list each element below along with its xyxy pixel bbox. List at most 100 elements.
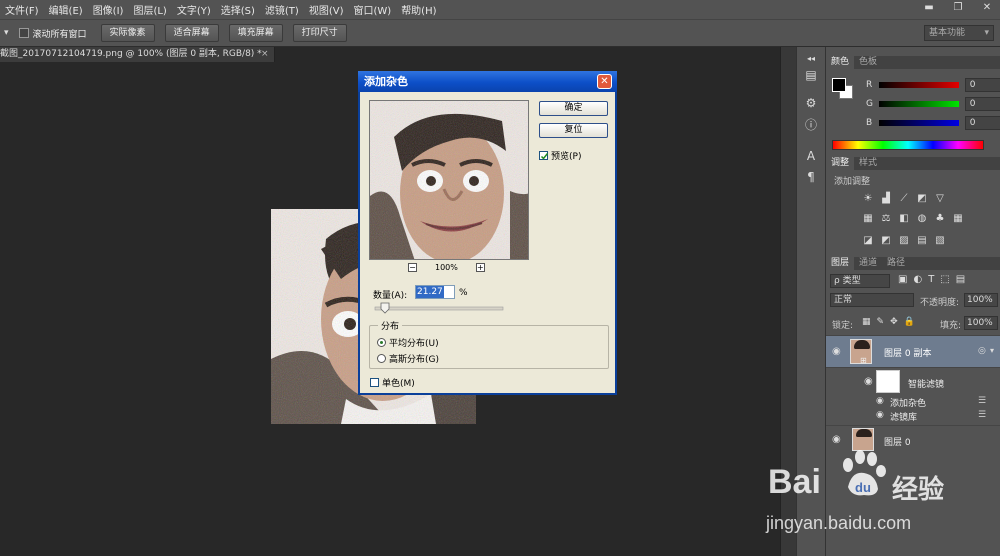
vibrance-icon[interactable]: ▽ <box>934 193 946 204</box>
gradient-map-icon[interactable]: ▤ <box>916 235 928 246</box>
uniform-option[interactable]: 平均分布(U) <box>377 336 439 349</box>
reset-button[interactable]: 复位 <box>539 123 608 138</box>
document-close-icon[interactable]: × <box>261 47 269 62</box>
zoom-in-button[interactable]: + <box>475 263 485 272</box>
tab-styles[interactable]: 样式 <box>854 157 882 170</box>
filter-row-add-noise[interactable]: ◉ 添加杂色 ☰ <box>826 395 1000 409</box>
uniform-radio[interactable] <box>377 338 386 347</box>
character-panel-icon[interactable]: A <box>803 148 819 164</box>
ok-button[interactable]: 确定 <box>539 101 608 116</box>
base-layer-eye-icon[interactable]: ◉ <box>832 434 841 445</box>
threshold-icon[interactable]: ▨ <box>898 235 910 246</box>
dialog-close-icon[interactable]: ✕ <box>597 74 612 89</box>
photo-filter-icon[interactable]: ◍ <box>916 213 928 224</box>
restore-icon[interactable]: ❐ <box>945 0 971 15</box>
dialog-preview-window[interactable] <box>369 100 529 260</box>
filter-gallery-eye-icon[interactable]: ◉ <box>876 410 884 420</box>
amount-slider-thumb[interactable] <box>380 302 390 314</box>
posterize-icon[interactable]: ◩ <box>880 235 892 246</box>
selective-color-icon[interactable]: ▧ <box>934 235 946 246</box>
menu-filter[interactable]: 滤镜(T) <box>260 2 304 17</box>
tab-swatches[interactable]: 色板 <box>854 56 882 69</box>
exposure-icon[interactable]: ◩ <box>916 193 928 204</box>
tab-paths[interactable]: 路径 <box>882 257 910 270</box>
gaussian-radio[interactable] <box>377 354 386 363</box>
menu-view[interactable]: 视图(V) <box>304 2 349 17</box>
info-panel-icon[interactable]: ⓘ <box>803 117 819 133</box>
filter-adjustment-icon[interactable]: ◐ <box>913 274 922 285</box>
black-white-icon[interactable]: ◧ <box>898 213 910 224</box>
hue-saturation-icon[interactable]: ▦ <box>862 213 874 224</box>
smart-filter-mask-thumbnail[interactable] <box>876 370 900 393</box>
filter-smart-object-icon[interactable]: ▤ <box>956 274 965 285</box>
foreground-color-swatch[interactable] <box>832 78 846 92</box>
invert-icon[interactable]: ◪ <box>862 235 874 246</box>
fill-field[interactable]: 100% <box>964 316 998 330</box>
fit-screen-button[interactable]: 适合屏幕 <box>164 24 219 42</box>
filter-pixel-icon[interactable]: ▣ <box>898 274 907 285</box>
curves-icon[interactable]: ⟋ <box>898 193 910 204</box>
tab-channels[interactable]: 通道 <box>854 257 882 270</box>
zoom-out-button[interactable]: − <box>408 263 417 272</box>
add-noise-eye-icon[interactable]: ◉ <box>876 396 884 406</box>
scroll-all-windows-checkbox[interactable] <box>18 28 29 38</box>
close-icon[interactable]: ✕ <box>974 0 1000 15</box>
tab-color[interactable]: 颜色 <box>826 56 855 69</box>
channel-b-value[interactable]: 0 <box>964 116 1000 130</box>
scroll-all-windows-option[interactable]: 滚动所有窗口 <box>18 27 87 40</box>
fill-screen-button[interactable]: 填充屏幕 <box>228 24 283 42</box>
expand-filters-chevron-icon[interactable]: ▾ <box>990 346 994 355</box>
actual-pixels-button[interactable]: 实际像素 <box>100 24 155 42</box>
brightness-icon[interactable]: ☀ <box>862 193 874 204</box>
channel-g-value[interactable]: 0 <box>964 97 1000 111</box>
filter-type-icon[interactable]: T <box>928 274 934 285</box>
tool-preset-chevron-icon[interactable]: ▾ <box>4 28 9 38</box>
layer-row-smart-filters[interactable]: ◉ 智能滤镜 <box>826 367 1000 395</box>
menu-edit[interactable]: 编辑(E) <box>44 2 88 17</box>
channel-b-slider[interactable] <box>878 120 959 126</box>
filter-shape-icon[interactable]: ⬚ <box>940 274 949 285</box>
layer-row-copy[interactable]: ◉ ⊞ 图层 0 副本 ◎ ▾ <box>826 335 1000 367</box>
channel-r-slider[interactable] <box>878 82 959 88</box>
menu-select[interactable]: 选择(S) <box>216 2 260 17</box>
menu-window[interactable]: 窗口(W) <box>348 2 396 17</box>
print-size-button[interactable]: 打印尺寸 <box>292 24 347 42</box>
collapse-panels-icon[interactable]: ◂◂ <box>803 51 819 67</box>
history-panel-icon[interactable]: ▤ <box>803 67 819 83</box>
lock-all-icon[interactable]: 🔒 <box>904 317 915 327</box>
smart-filters-eye-icon[interactable]: ◉ <box>864 376 873 387</box>
layer-visibility-eye-icon[interactable]: ◉ <box>832 346 841 357</box>
add-noise-blend-options-icon[interactable]: ☰ <box>978 396 986 406</box>
lock-image-icon[interactable]: ✎ <box>877 317 885 327</box>
channel-mixer-icon[interactable]: ♣ <box>934 213 946 224</box>
monochrome-option[interactable]: 单色(M) <box>370 376 415 389</box>
menu-help[interactable]: 帮助(H) <box>396 2 441 17</box>
lock-position-icon[interactable]: ✥ <box>890 317 898 327</box>
tab-layers[interactable]: 图层 <box>826 257 855 270</box>
filter-row-filter-gallery[interactable]: ◉ 滤镜库 ☰ <box>826 409 1000 423</box>
dialog-title-bar[interactable]: 添加杂色 <box>358 71 617 92</box>
levels-icon[interactable]: ▟ <box>880 193 892 204</box>
amount-slider[interactable] <box>373 302 505 316</box>
menu-type[interactable]: 文字(Y) <box>172 2 216 17</box>
channel-g-slider[interactable] <box>878 101 959 107</box>
minimize-icon[interactable]: ▬ <box>916 0 942 15</box>
channel-r-value[interactable]: 0 <box>964 78 1000 92</box>
monochrome-checkbox[interactable] <box>370 378 379 387</box>
amount-input[interactable]: 21.27 <box>415 285 455 299</box>
opacity-field[interactable]: 100% <box>964 293 998 307</box>
workspace-select[interactable]: 基本功能 ▾ <box>924 25 994 41</box>
menu-image[interactable]: 图像(I) <box>88 2 129 17</box>
preview-option[interactable]: 预览(P) <box>539 149 581 162</box>
color-lookup-icon[interactable]: ▦ <box>952 213 964 224</box>
menu-file[interactable]: 文件(F) <box>0 2 44 17</box>
tab-adjustments[interactable]: 调整 <box>826 157 855 170</box>
layer-copy-name[interactable]: 图层 0 副本 <box>884 346 931 359</box>
preview-checkbox[interactable] <box>539 151 549 160</box>
properties-panel-icon[interactable]: ⚙ <box>803 95 819 111</box>
gaussian-option[interactable]: 高斯分布(G) <box>377 352 439 365</box>
menu-layer[interactable]: 图层(L) <box>128 2 171 17</box>
lock-transparency-icon[interactable]: ▦ <box>862 317 871 327</box>
paragraph-panel-icon[interactable]: ¶ <box>803 169 819 185</box>
color-spectrum-ramp[interactable] <box>832 140 984 150</box>
